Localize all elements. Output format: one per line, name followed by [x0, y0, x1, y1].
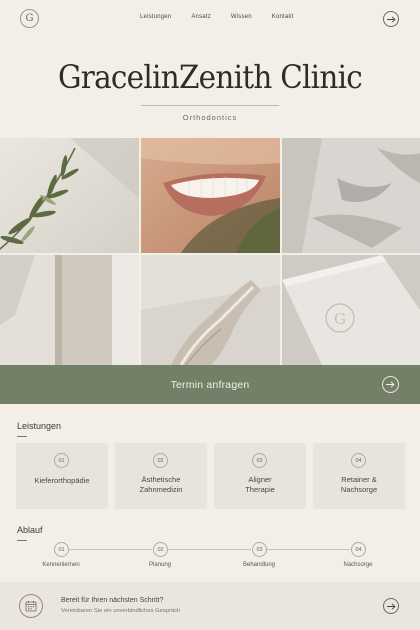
- brand-subtitle: Orthodontics: [182, 113, 238, 122]
- service-label: Aligner Therapie: [214, 475, 306, 495]
- appointment-cta-button[interactable]: [382, 376, 399, 393]
- footer-title: Bereit für Ihren nächsten Schritt?: [61, 597, 164, 604]
- appointment-cta-label[interactable]: Termin anfragen: [171, 379, 250, 391]
- service-number: 02: [153, 453, 168, 468]
- process-step-number: 04: [351, 542, 366, 557]
- title-divider: [141, 105, 279, 106]
- process-step-number: 01: [54, 542, 69, 557]
- wall-shadow-photo: [0, 255, 139, 365]
- top-navigation: G Leistungen Ansatz Wissen Kontakt: [0, 0, 420, 40]
- stone-photo: [141, 255, 280, 365]
- service-label-line: Aligner: [248, 475, 272, 484]
- services-heading: Leistungen: [17, 421, 62, 431]
- nav-arrow-button[interactable]: [383, 11, 399, 27]
- process-connector: [267, 549, 350, 550]
- service-label: Retainer & Nachsorge: [313, 475, 405, 495]
- arrow-right-icon: [386, 602, 396, 610]
- services-heading-rule: [17, 436, 27, 437]
- service-card-kieferorthopaedie[interactable]: 01 Kieferorthopädie: [16, 443, 108, 509]
- main-nav: Leistungen Ansatz Wissen Kontakt: [140, 14, 314, 20]
- brand-title: GracelinZenith Clinic: [57, 58, 363, 96]
- service-card-aligner-therapie[interactable]: 03 Aligner Therapie: [214, 443, 306, 509]
- service-label: Ästhetische Zahnmedizin: [115, 475, 207, 495]
- service-label-line: Nachsorge: [340, 485, 378, 494]
- olive-branch-photo: [0, 138, 139, 253]
- process-step-number: 03: [252, 542, 267, 557]
- service-card-aesthetische-zahnmedizin[interactable]: 02 Ästhetische Zahnmedizin: [115, 443, 207, 509]
- footer-arrow-button[interactable]: [383, 598, 399, 614]
- nav-link-kontakt[interactable]: Kontakt: [272, 14, 294, 20]
- service-label-line: Zahnmedizin: [139, 485, 183, 494]
- linen-shadow-photo: [282, 138, 420, 253]
- photo-gallery: G: [0, 138, 420, 365]
- process-step-label: Behandlung: [242, 562, 276, 568]
- service-label: Kieferorthopädie: [16, 476, 108, 486]
- footer-subtitle: Vereinbaren Sie ein unverbindliches Gesp…: [61, 608, 181, 614]
- service-number: 01: [54, 453, 69, 468]
- nav-link-ansatz[interactable]: Ansatz: [191, 14, 211, 20]
- embossed-card-photo: G: [282, 255, 420, 365]
- process-step-label: Nachsorge: [343, 562, 373, 568]
- service-label-line: Kieferorthopädie: [34, 476, 90, 485]
- arrow-right-icon: [386, 15, 396, 23]
- appointment-cta-bar[interactable]: Termin anfragen: [0, 365, 420, 404]
- process-connector: [168, 549, 251, 550]
- service-label-line: Therapie: [245, 485, 275, 494]
- embossed-logo-letter: G: [334, 310, 346, 328]
- process-step-label: Planung: [148, 562, 172, 568]
- service-number: 04: [351, 453, 366, 468]
- arrow-right-icon: [386, 381, 395, 388]
- footer-cta: Bereit für Ihren nächsten Schritt? Verei…: [0, 582, 420, 630]
- process-heading: Ablauf: [17, 525, 43, 535]
- service-label-line: Ästhetische: [141, 475, 181, 484]
- nav-link-wissen[interactable]: Wissen: [231, 14, 252, 20]
- logo[interactable]: G: [20, 9, 39, 28]
- nav-link-leistungen[interactable]: Leistungen: [140, 14, 171, 20]
- service-card-retainer-nachsorge[interactable]: 04 Retainer & Nachsorge: [313, 443, 405, 509]
- process-step-number: 02: [153, 542, 168, 557]
- process-heading-rule: [17, 540, 27, 541]
- smile-photo: [141, 138, 280, 253]
- service-label-line: Retainer &: [341, 475, 377, 484]
- process-connector: [69, 549, 152, 550]
- calendar-icon: [19, 594, 43, 618]
- process-step-label: Kennenlernen: [42, 562, 80, 568]
- service-number: 03: [252, 453, 267, 468]
